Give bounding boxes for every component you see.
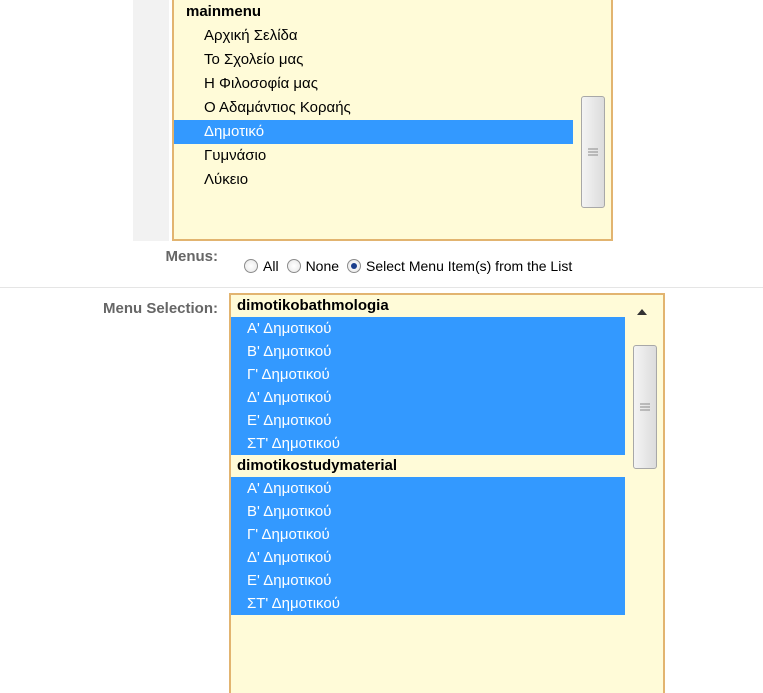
list-option[interactable]: Η Φιλοσοφία μας [174,72,573,96]
radio-all[interactable] [244,259,258,273]
radio-select-items[interactable] [347,259,362,273]
radio-none[interactable] [286,259,301,273]
menu-selection-listbox[interactable]: dimotikobathmologia Α' Δημοτικού Β' Δημο… [229,293,665,693]
list-option-selected[interactable]: Ε' Δημοτικού [231,409,625,432]
divider [0,287,763,288]
list-option[interactable]: Αρχική Σελίδα [174,24,573,48]
scroll-up-arrow-icon[interactable] [637,309,647,315]
radio-none-label[interactable]: None [306,258,339,274]
list-option-selected[interactable]: Γ' Δημοτικού [231,523,625,546]
main-menu-listbox[interactable]: mainmenu Αρχική Σελίδα Το Σχολείο μας Η … [172,0,613,241]
list-option[interactable]: Ο Αδαμάντιος Κοραής [174,96,573,120]
list-option-selected[interactable]: Β' Δημοτικού [231,340,625,363]
optgroup-label: dimotikostudymaterial [231,455,625,477]
menus-radio-group: All None Select Menu Item(s) from the Li… [244,258,580,274]
menu-selection-options: dimotikobathmologia Α' Δημοτικού Β' Δημο… [231,295,625,615]
form-gutter [133,0,169,241]
list-option-selected[interactable]: Ε' Δημοτικού [231,569,625,592]
list-option-selected[interactable]: Δ' Δημοτικού [231,386,625,409]
list-option-selected[interactable]: Β' Δημοτικού [231,500,625,523]
list-option[interactable]: Το Σχολείο μας [174,48,573,72]
list-option-selected[interactable]: ΣΤ' Δημοτικού [231,592,625,615]
list-option-selected[interactable]: Α' Δημοτικού [231,477,625,500]
list-option[interactable]: Γυμνάσιο [174,144,573,168]
scrollbar-thumb[interactable] [581,96,605,208]
menus-label: Menus: [165,248,219,265]
radio-select-items-label[interactable]: Select Menu Item(s) from the List [366,258,572,274]
optgroup-label: dimotikobathmologia [231,295,625,317]
radio-all-label[interactable]: All [263,258,279,274]
list-option[interactable]: Λύκειο [174,168,573,192]
grip-icon [640,402,650,413]
list-option-selected[interactable]: Δ' Δημοτικού [231,546,625,569]
grip-icon [588,147,598,158]
vertical-scrollbar[interactable] [625,295,663,693]
list-option-selected[interactable]: Α' Δημοτικού [231,317,625,340]
list-option-selected[interactable]: Δημοτικό [174,120,573,144]
main-menu-options: mainmenu Αρχική Σελίδα Το Σχολείο μας Η … [174,0,573,192]
optgroup-label: mainmenu [186,3,262,20]
list-option-selected[interactable]: Γ' Δημοτικού [231,363,625,386]
vertical-scrollbar[interactable] [573,0,611,239]
scrollbar-thumb[interactable] [633,345,657,469]
list-option-selected[interactable]: ΣΤ' Δημοτικού [231,432,625,455]
menu-selection-label: Menu Selection: [102,300,218,317]
